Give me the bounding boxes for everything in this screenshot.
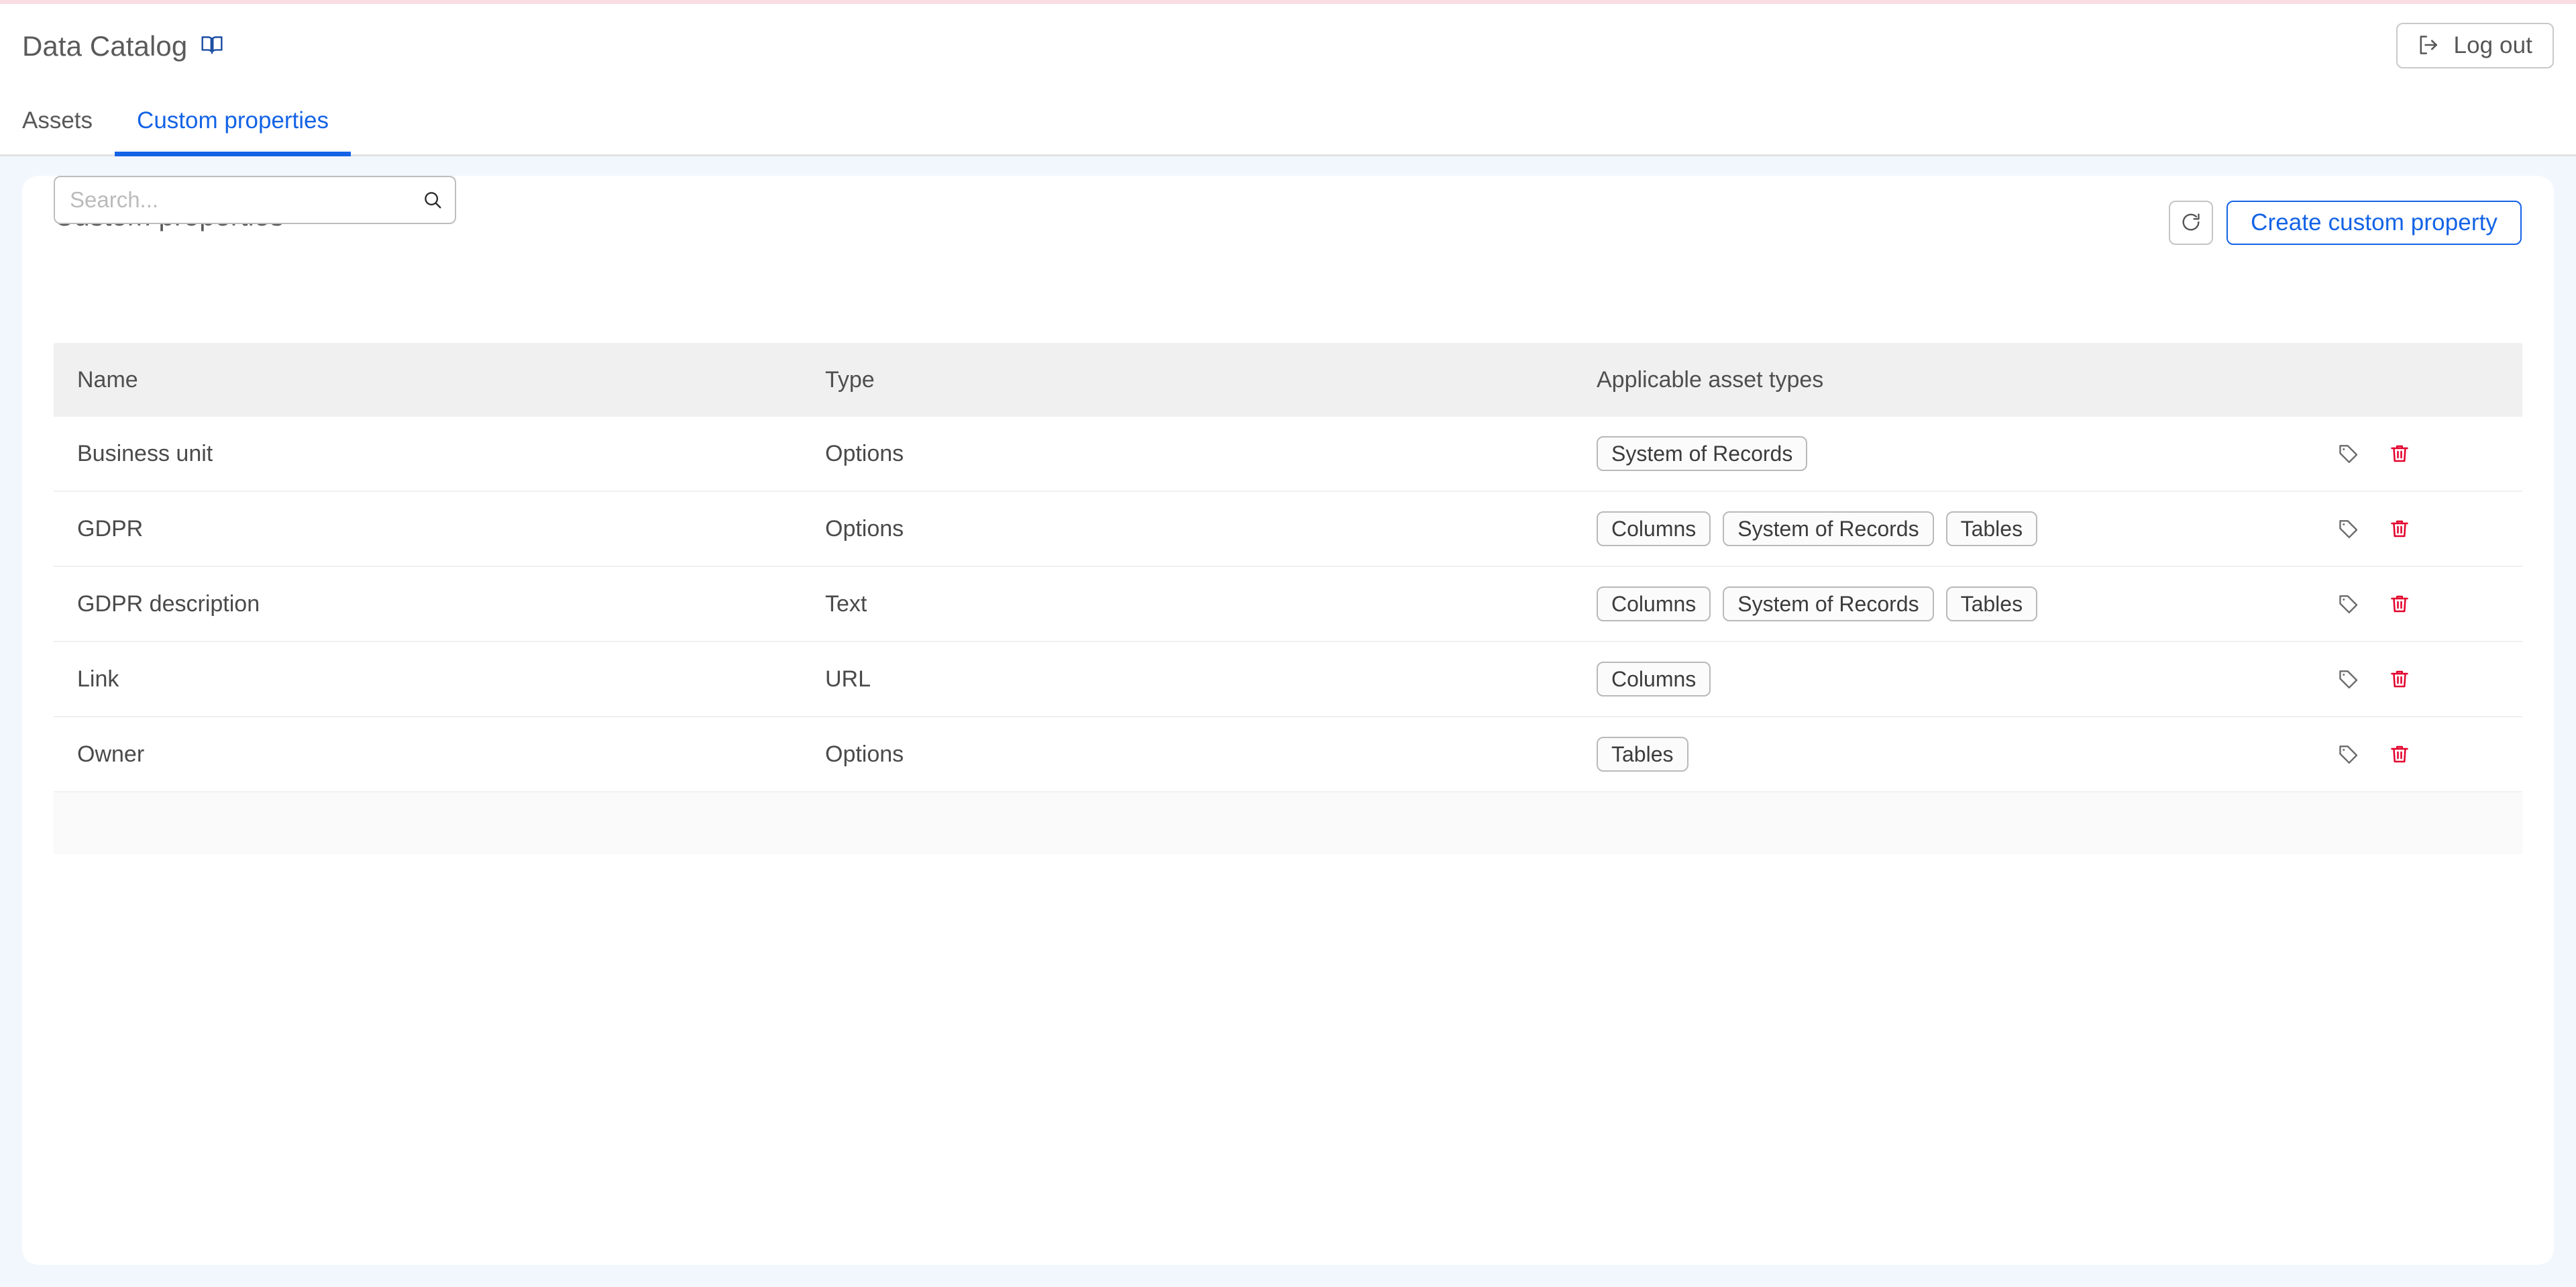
book-icon[interactable] [201, 34, 223, 58]
trash-icon[interactable] [2381, 511, 2418, 547]
cell-type: Text [825, 590, 867, 617]
cell-asset-types: Columns System of Records Tables [1597, 586, 2321, 621]
row-actions [2321, 736, 2522, 772]
asset-type-badge[interactable]: System of Records [1597, 436, 1808, 471]
cell-name: GDPR [77, 515, 144, 542]
refresh-icon [2180, 211, 2202, 235]
tag-icon[interactable] [2330, 435, 2367, 472]
tab-bar: Assets Custom properties [0, 88, 2576, 156]
cell-asset-types: Tables [1597, 737, 2321, 772]
search-box[interactable] [54, 176, 456, 224]
asset-type-badge[interactable]: System of Records [1723, 586, 1934, 621]
table-footer-row [54, 792, 2522, 854]
create-custom-property-label: Create custom property [2251, 209, 2498, 236]
column-header-name: Name [77, 366, 138, 393]
trash-icon[interactable] [2381, 586, 2418, 622]
tab-assets-label: Assets [22, 107, 93, 134]
row-actions [2321, 661, 2522, 697]
search-input[interactable] [55, 177, 455, 223]
custom-properties-card: Custom properties Create cust [22, 176, 2554, 1265]
tag-icon[interactable] [2330, 586, 2367, 622]
create-custom-property-button[interactable]: Create custom property [2226, 201, 2522, 245]
asset-type-badges: Tables [1597, 737, 2321, 772]
logout-label: Log out [2453, 32, 2532, 58]
tab-assets[interactable]: Assets [0, 89, 115, 156]
tab-custom-properties-label: Custom properties [137, 107, 329, 134]
refresh-button[interactable] [2169, 201, 2214, 245]
trash-icon[interactable] [2381, 736, 2418, 772]
tag-icon[interactable] [2330, 661, 2367, 697]
cell-type: Options [825, 515, 904, 542]
column-header-type: Type [825, 366, 875, 393]
cell-asset-types: Columns System of Records Tables [1597, 511, 2321, 546]
asset-type-badges: Columns System of Records Tables [1597, 586, 2321, 621]
cell-name: Link [77, 666, 119, 692]
table-row[interactable]: Link URL Columns [54, 642, 2522, 717]
asset-type-badge[interactable]: Tables [1945, 586, 2038, 621]
search-container [54, 176, 456, 224]
asset-type-badges: Columns [1597, 662, 2321, 697]
tag-icon[interactable] [2330, 511, 2367, 547]
custom-properties-table: Name Type Applicable asset types Busines… [54, 343, 2522, 854]
table-row[interactable]: GDPR description Text Columns System of … [54, 567, 2522, 642]
page-title: Data Catalog [22, 30, 188, 62]
logout-button[interactable]: Log out [2396, 23, 2554, 68]
cell-name: GDPR description [77, 590, 260, 617]
asset-type-badges: System of Records [1597, 436, 2321, 471]
row-actions [2321, 511, 2522, 547]
trash-icon[interactable] [2381, 661, 2418, 697]
tab-custom-properties[interactable]: Custom properties [115, 89, 351, 156]
tag-icon[interactable] [2330, 736, 2367, 772]
cell-type: Options [825, 741, 904, 767]
asset-type-badges: Columns System of Records Tables [1597, 511, 2321, 546]
cell-name: Owner [77, 741, 145, 767]
table-header-row: Name Type Applicable asset types [54, 343, 2522, 417]
cell-type: Options [825, 440, 904, 466]
cell-asset-types: System of Records [1597, 436, 2321, 471]
table-row[interactable]: Owner Options Tables [54, 717, 2522, 792]
asset-type-badge[interactable]: Columns [1597, 662, 1711, 697]
logout-icon [2418, 34, 2440, 58]
trash-icon[interactable] [2381, 435, 2418, 472]
table-row[interactable]: Business unit Options System of Records [54, 417, 2522, 492]
table-row[interactable]: GDPR Options Columns System of Records T… [54, 492, 2522, 567]
asset-type-badge[interactable]: Tables [1597, 737, 1688, 772]
column-header-applicable-asset-types: Applicable asset types [1597, 366, 1824, 393]
cell-asset-types: Columns [1597, 662, 2321, 697]
row-actions [2321, 435, 2522, 472]
search-icon[interactable] [423, 190, 443, 210]
asset-type-badge[interactable]: Columns [1597, 511, 1711, 546]
card-header-actions: Create custom property [2169, 201, 2522, 245]
app-header: Data Catalog Log out [0, 4, 2576, 88]
asset-type-badge[interactable]: Tables [1945, 511, 2038, 546]
cell-type: URL [825, 666, 871, 692]
app-brand: Data Catalog [22, 30, 223, 62]
cell-name: Business unit [77, 440, 213, 466]
asset-type-badge[interactable]: System of Records [1723, 511, 1934, 546]
asset-type-badge[interactable]: Columns [1597, 586, 1711, 621]
row-actions [2321, 586, 2522, 622]
